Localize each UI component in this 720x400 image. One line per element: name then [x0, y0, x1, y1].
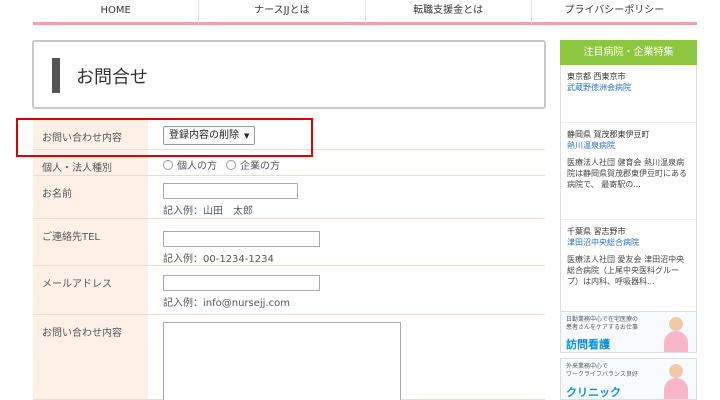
sidebar-list: 東京都 西東京市 武蔵野徳洲会病院 静岡県 賀茂郡東伊豆町 熱川温泉病院 医療法… — [560, 65, 697, 321]
entry-description: 医療法人社団 健育会 熱川温泉病院は静岡県賀茂郡東伊豆町にある病院で、 最寄駅の… — [567, 158, 687, 189]
featured-sidebar: 注目病院・企業特集 東京都 西東京市 武蔵野徳洲会病院 静岡県 賀茂郡東伊豆町 … — [560, 40, 697, 321]
entry-location: 東京都 西東京市 — [567, 72, 626, 81]
tel-example: 記入例：00-1234-1234 — [163, 254, 274, 265]
nav-support-fund[interactable]: 転職支援金とは — [364, 0, 531, 25]
message-label: お問い合わせ内容 — [33, 315, 148, 399]
title-accent-bar — [52, 58, 60, 93]
banner-home-visit-nursing[interactable]: 日勤業務中心で在宅医療の 患者さんをケアするお仕事 訪問看護 — [560, 311, 697, 353]
nav-home[interactable]: HOME — [33, 0, 199, 25]
entry-hospital-link[interactable]: 武蔵野徳洲会病院 — [567, 82, 689, 93]
entry-hospital-link[interactable]: 津田沼中央総合病院 — [567, 237, 689, 248]
entry-location: 千葉県 習志野市 — [567, 227, 626, 236]
page-title-box: お問合せ — [32, 40, 546, 109]
sidebar-entry: 静岡県 賀茂郡東伊豆町 熱川温泉病院 医療法人社団 健育会 熱川温泉病院は静岡県… — [561, 123, 696, 220]
tel-input[interactable] — [163, 231, 320, 247]
sidebar-entry: 東京都 西東京市 武蔵野徳洲会病院 — [561, 65, 696, 123]
email-label: メールアドレス — [33, 266, 148, 314]
top-nav: HOME ナースJJとは 転職支援金とは プライバシーポリシー — [33, 0, 697, 25]
form-row-name: お名前 記入例：山田 太郎 — [33, 176, 545, 219]
page-title: お問合せ — [76, 67, 148, 88]
banner-title: 訪問看護 — [566, 338, 610, 351]
nav-privacy-policy[interactable]: プライバシーポリシー — [530, 0, 697, 25]
radio-individual-label[interactable]: 個人の方 — [177, 157, 217, 172]
message-textarea[interactable] — [163, 322, 401, 400]
entry-location: 静岡県 賀茂郡東伊豆町 — [567, 130, 650, 139]
entry-description: 医療法人社団 愛友会 津田沼中央総合病院（上尾中央医科グループ）は内科、呼吸器科… — [567, 255, 685, 286]
highlight-box — [16, 118, 313, 157]
banner-subtitle: 外来業務中心で ワークライフバランス良好 — [566, 363, 638, 378]
tel-label: ご連絡先TEL — [33, 219, 148, 265]
form-row-message: お問い合わせ内容 — [33, 315, 545, 400]
nurse-illustration — [662, 317, 690, 352]
banner-title: クリニック — [566, 386, 621, 399]
name-input[interactable] — [163, 183, 298, 199]
radio-corporate[interactable] — [226, 159, 236, 170]
email-input[interactable] — [163, 275, 320, 291]
entry-hospital-link[interactable]: 熱川温泉病院 — [567, 140, 689, 151]
customer-type-radio-group: 個人の方 企業の方 — [163, 157, 289, 172]
nurse-illustration — [662, 364, 690, 399]
radio-individual[interactable] — [163, 159, 173, 170]
sidebar-entry: 千葉県 習志野市 津田沼中央総合病院 医療法人社団 愛友会 津田沼中央総合病院（… — [561, 220, 696, 318]
banner-subtitle: 日勤業務中心で在宅医療の 患者さんをケアするお仕事 — [566, 316, 639, 331]
form-row-tel: ご連絡先TEL 記入例：00-1234-1234 — [33, 219, 545, 266]
name-label: お名前 — [33, 176, 148, 218]
email-example: 記入例：info@nursejj.com — [163, 298, 290, 309]
sidebar-heading: 注目病院・企業特集 — [560, 40, 697, 65]
radio-corporate-label[interactable]: 企業の方 — [240, 157, 280, 172]
nav-about[interactable]: ナースJJとは — [198, 0, 365, 25]
form-row-email: メールアドレス 記入例：info@nursejj.com — [33, 266, 545, 315]
name-example: 記入例：山田 太郎 — [163, 206, 253, 217]
contact-form: お問い合わせ内容 登録内容の削除 ▼ 個人・法人種別 個人の方 企業の方 お名前 … — [33, 120, 545, 400]
banner-clinic[interactable]: 外来業務中心で ワークライフバランス良好 クリニック — [560, 358, 697, 400]
